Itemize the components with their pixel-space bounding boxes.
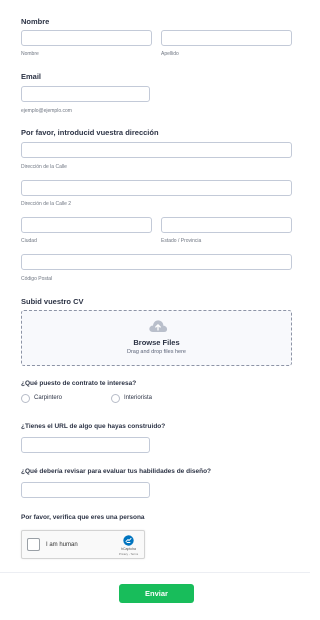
email-sublabel: ejemplo@ejemplo.com xyxy=(21,108,72,114)
street2-sublabel: Dirección de la Calle 2 xyxy=(21,201,72,207)
city-input[interactable] xyxy=(21,217,152,233)
cv-label: Subid vuestro CV xyxy=(21,297,84,306)
postal-code-sublabel: Código Postal xyxy=(21,276,53,282)
position-label: ¿Qué puesto de contrato te interesa? xyxy=(21,380,137,387)
radio-carpintero-label[interactable]: Carpintero xyxy=(34,395,62,401)
city-sublabel: Ciudad xyxy=(21,238,37,244)
cloud-upload-icon xyxy=(149,320,168,332)
radio-carpintero[interactable] xyxy=(21,394,30,403)
state-input[interactable] xyxy=(161,217,292,233)
hcaptcha-logo-icon xyxy=(123,535,134,546)
email-label: Email xyxy=(21,72,42,81)
design-input[interactable] xyxy=(21,482,150,498)
verify-label: Por favor, verifica que eres una persona xyxy=(21,514,145,521)
file-upload-dropzone[interactable]: Browse Files Drag and drop files here xyxy=(21,310,292,366)
hcaptcha-widget: I am human hCaptcha Privacy - Terms xyxy=(21,530,145,559)
email-input[interactable] xyxy=(21,86,150,102)
address-label: Por favor, introducid vuestra dirección xyxy=(21,128,159,137)
drag-drop-hint: Drag and drop files here xyxy=(126,349,186,355)
first-name-sublabel: Nombre xyxy=(21,51,39,57)
street1-sublabel: Dirección de la Calle xyxy=(21,164,67,170)
state-sublabel: Estado / Provincia xyxy=(161,238,202,244)
hcaptcha-links[interactable]: Privacy - Terms xyxy=(113,552,144,556)
form-divider xyxy=(0,572,310,573)
name-label: Nombre xyxy=(21,17,50,26)
last-name-sublabel: Apellido xyxy=(161,51,179,57)
postal-code-input[interactable] xyxy=(21,254,292,270)
browse-files-label[interactable]: Browse Files xyxy=(22,338,291,347)
first-name-input[interactable] xyxy=(21,30,152,46)
hcaptcha-brand: hCaptcha xyxy=(121,547,136,551)
street1-input[interactable] xyxy=(21,142,292,158)
url-question-label: ¿Tienes el URL de algo que hayas constru… xyxy=(21,423,166,430)
design-question-label: ¿Qué debería revisar para evaluar tus ha… xyxy=(21,468,212,475)
radio-interiorista[interactable] xyxy=(111,394,120,403)
captcha-checkbox[interactable] xyxy=(27,538,40,551)
radio-interiorista-label[interactable]: Interiorista xyxy=(124,395,152,401)
url-input[interactable] xyxy=(21,437,150,453)
street2-input[interactable] xyxy=(21,180,292,196)
last-name-input[interactable] xyxy=(161,30,292,46)
submit-button[interactable]: Enviar xyxy=(119,584,194,603)
captcha-text: I am human xyxy=(46,542,78,548)
